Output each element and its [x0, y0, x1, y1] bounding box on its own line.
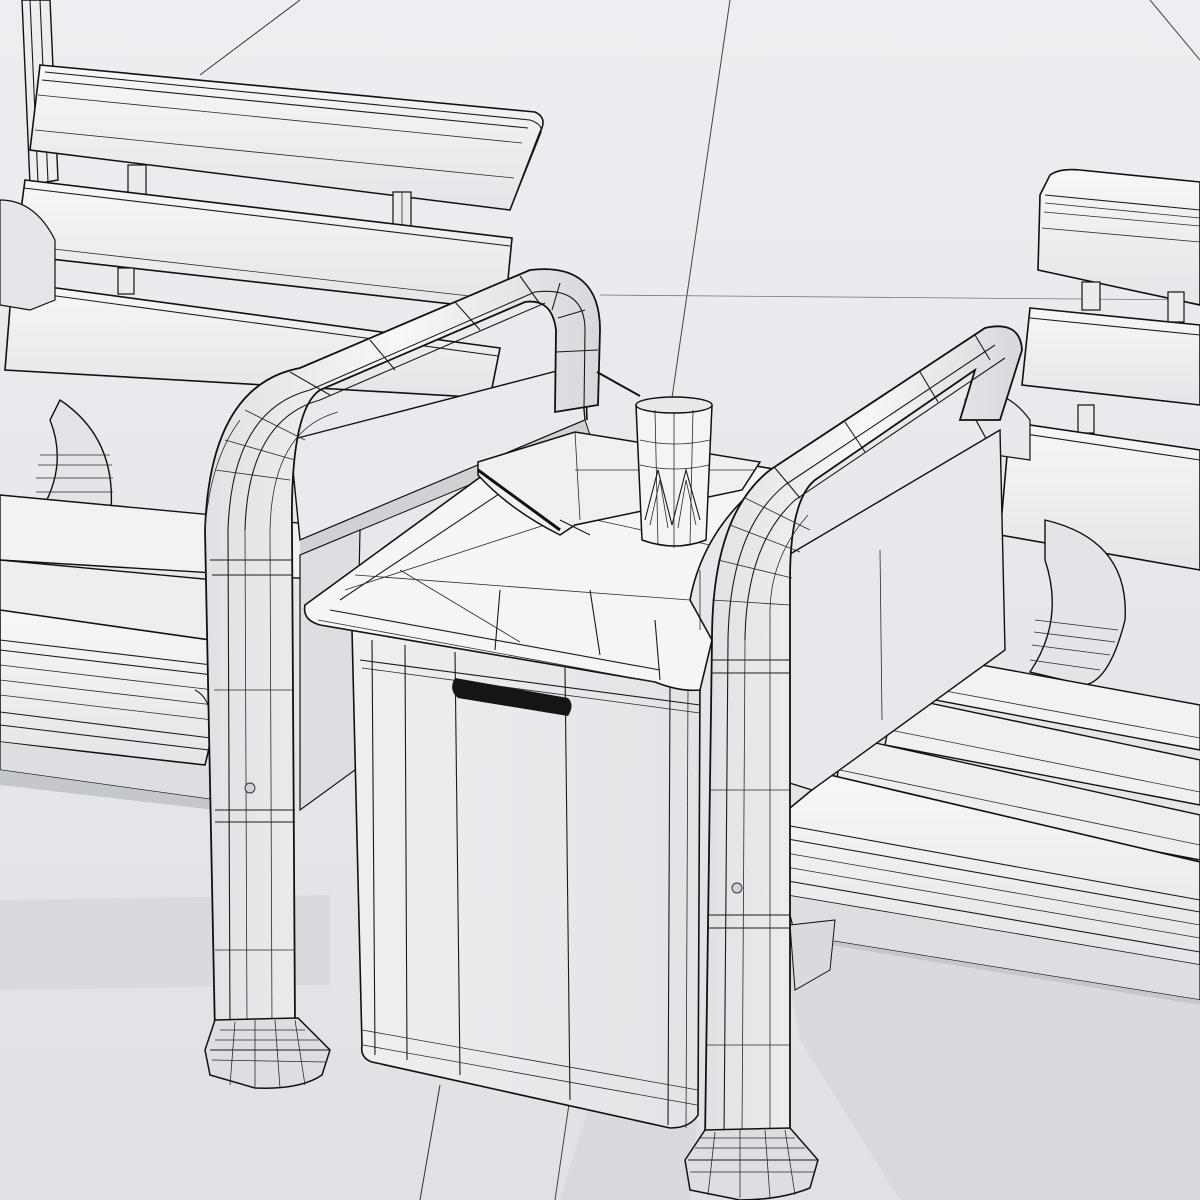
right-chair-foot — [684, 1127, 819, 1200]
wireframe-render — [0, 0, 1200, 1200]
